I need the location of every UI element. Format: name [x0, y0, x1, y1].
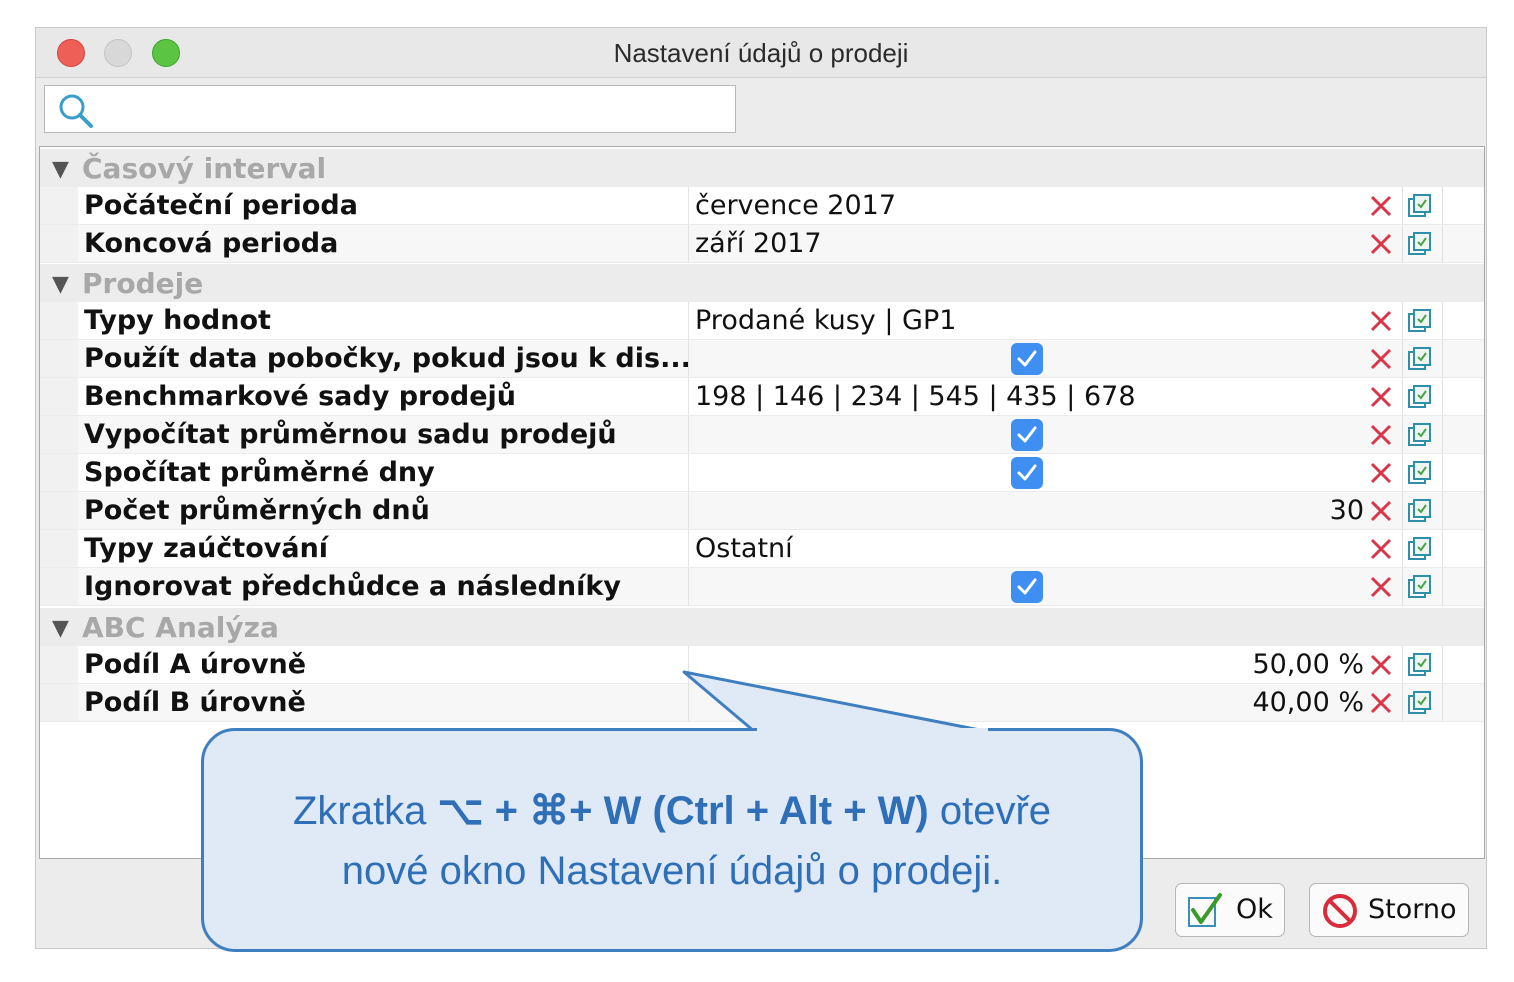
- row-value[interactable]: 198 | 146 | 234 | 545 | 435 | 678: [688, 378, 1368, 416]
- row-label: Ignorovat předchůdce a následníky: [78, 568, 688, 606]
- copy-icon[interactable]: [1407, 308, 1433, 334]
- group-label: ABC Analýza: [82, 611, 279, 644]
- row-value: [688, 454, 1368, 492]
- group-label: Prodeje: [82, 267, 204, 300]
- table-row[interactable]: Benchmarkové sady prodejů 198 | 146 | 23…: [40, 378, 1484, 416]
- row-value[interactable]: července 2017: [688, 187, 1368, 225]
- ok-button[interactable]: Ok: [1175, 883, 1285, 937]
- table-row[interactable]: Typy zaúčtování Ostatní: [40, 530, 1484, 568]
- row-actions: [1368, 492, 1480, 530]
- copy-icon[interactable]: [1407, 460, 1433, 486]
- row-value: [688, 416, 1368, 454]
- tooltip-callout: Zkratka ⌥ + ⌘+ W (Ctrl + Alt + W) otevře…: [201, 728, 1143, 952]
- row-actions: [1368, 684, 1480, 722]
- row-actions: [1368, 454, 1480, 492]
- delete-icon[interactable]: [1368, 690, 1394, 716]
- table-row[interactable]: Použít data pobočky, pokud jsou k dis...: [40, 340, 1484, 378]
- row-actions: [1368, 378, 1480, 416]
- checkbox-checked[interactable]: [1011, 571, 1043, 603]
- delete-icon[interactable]: [1368, 536, 1394, 562]
- row-value[interactable]: září 2017: [688, 225, 1368, 263]
- row-label: Typy hodnot: [78, 302, 688, 340]
- row-label: Podíl B úrovně: [78, 684, 688, 722]
- row-label: Použít data pobočky, pokud jsou k dis...: [78, 340, 688, 378]
- row-label: Vypočítat průměrnou sadu prodejů: [78, 416, 688, 454]
- copy-icon[interactable]: [1407, 690, 1433, 716]
- cancel-prohibited-icon: [1323, 894, 1357, 928]
- delete-icon[interactable]: [1368, 308, 1394, 334]
- search-icon: [59, 94, 93, 128]
- table-row[interactable]: Ignorovat předchůdce a následníky: [40, 568, 1484, 606]
- copy-icon[interactable]: [1407, 422, 1433, 448]
- row-value[interactable]: 40,00 %: [688, 684, 1368, 722]
- copy-icon[interactable]: [1407, 231, 1433, 257]
- row-label: Typy zaúčtování: [78, 530, 688, 568]
- table-row[interactable]: Spočítat průměrné dny: [40, 454, 1484, 492]
- copy-icon[interactable]: [1407, 384, 1433, 410]
- table-row[interactable]: Podíl A úrovně 50,00 %: [40, 646, 1484, 684]
- delete-icon[interactable]: [1368, 231, 1394, 257]
- row-actions: [1368, 416, 1480, 454]
- row-label: Benchmarkové sady prodejů: [78, 378, 688, 416]
- delete-icon[interactable]: [1368, 574, 1394, 600]
- checkbox-checked[interactable]: [1011, 343, 1043, 375]
- copy-icon[interactable]: [1407, 574, 1433, 600]
- title-bar: Nastavení údajů o prodeji: [36, 28, 1486, 78]
- table-row[interactable]: Typy hodnot Prodané kusy | GP1: [40, 302, 1484, 340]
- row-actions: [1368, 646, 1480, 684]
- checkbox-checked[interactable]: [1011, 419, 1043, 451]
- group-prodeje[interactable]: ▼ Prodeje: [40, 264, 1484, 302]
- row-actions: [1368, 568, 1480, 606]
- row-label: Počet průměrných dnů: [78, 492, 688, 530]
- group-label: Časový interval: [82, 152, 327, 185]
- copy-icon[interactable]: [1407, 498, 1433, 524]
- group-casovy-interval[interactable]: ▼ Časový interval: [40, 149, 1484, 187]
- row-value: [688, 340, 1368, 378]
- row-label: Podíl A úrovně: [78, 646, 688, 684]
- row-actions: [1368, 225, 1480, 263]
- delete-icon[interactable]: [1368, 460, 1394, 486]
- delete-icon[interactable]: [1368, 498, 1394, 524]
- row-value[interactable]: 30: [688, 492, 1368, 530]
- checkbox-checked[interactable]: [1011, 457, 1043, 489]
- copy-icon[interactable]: [1407, 193, 1433, 219]
- row-value[interactable]: 50,00 %: [688, 646, 1368, 684]
- callout-text: Zkratka ⌥ + ⌘+ W (Ctrl + Alt + W) otevře…: [292, 789, 1052, 893]
- row-actions: [1368, 530, 1480, 568]
- table-row[interactable]: Vypočítat průměrnou sadu prodejů: [40, 416, 1484, 454]
- storno-button[interactable]: Storno: [1309, 883, 1469, 937]
- window-title: Nastavení údajů o prodeji: [613, 38, 909, 68]
- delete-icon[interactable]: [1368, 652, 1394, 678]
- table-row[interactable]: Počáteční perioda července 2017: [40, 187, 1484, 225]
- row-label: Koncová perioda: [78, 225, 688, 263]
- ok-label: Ok: [1236, 894, 1273, 925]
- group-abc-analyza[interactable]: ▼ ABC Analýza: [40, 608, 1484, 646]
- delete-icon[interactable]: [1368, 346, 1394, 372]
- delete-icon[interactable]: [1368, 422, 1394, 448]
- row-value[interactable]: Prodané kusy | GP1: [688, 302, 1368, 340]
- collapse-triangle-icon[interactable]: ▼: [52, 272, 69, 297]
- row-actions: [1368, 187, 1480, 225]
- storno-label: Storno: [1368, 894, 1457, 925]
- copy-icon[interactable]: [1407, 536, 1433, 562]
- row-label: Spočítat průměrné dny: [78, 454, 688, 492]
- table-row[interactable]: Počet průměrných dnů 30: [40, 492, 1484, 530]
- table-row[interactable]: Podíl B úrovně 40,00 %: [40, 684, 1484, 722]
- ok-check-icon: [1188, 893, 1222, 927]
- collapse-triangle-icon[interactable]: ▼: [52, 616, 69, 641]
- table-row[interactable]: Koncová perioda září 2017: [40, 225, 1484, 263]
- delete-icon[interactable]: [1368, 193, 1394, 219]
- copy-icon[interactable]: [1407, 652, 1433, 678]
- row-value[interactable]: Ostatní: [688, 530, 1368, 568]
- row-label: Počáteční perioda: [78, 187, 688, 225]
- row-value: [688, 568, 1368, 606]
- copy-icon[interactable]: [1407, 346, 1433, 372]
- search-input[interactable]: [44, 85, 736, 133]
- row-actions: [1368, 340, 1480, 378]
- row-actions: [1368, 302, 1480, 340]
- collapse-triangle-icon[interactable]: ▼: [52, 157, 69, 182]
- delete-icon[interactable]: [1368, 384, 1394, 410]
